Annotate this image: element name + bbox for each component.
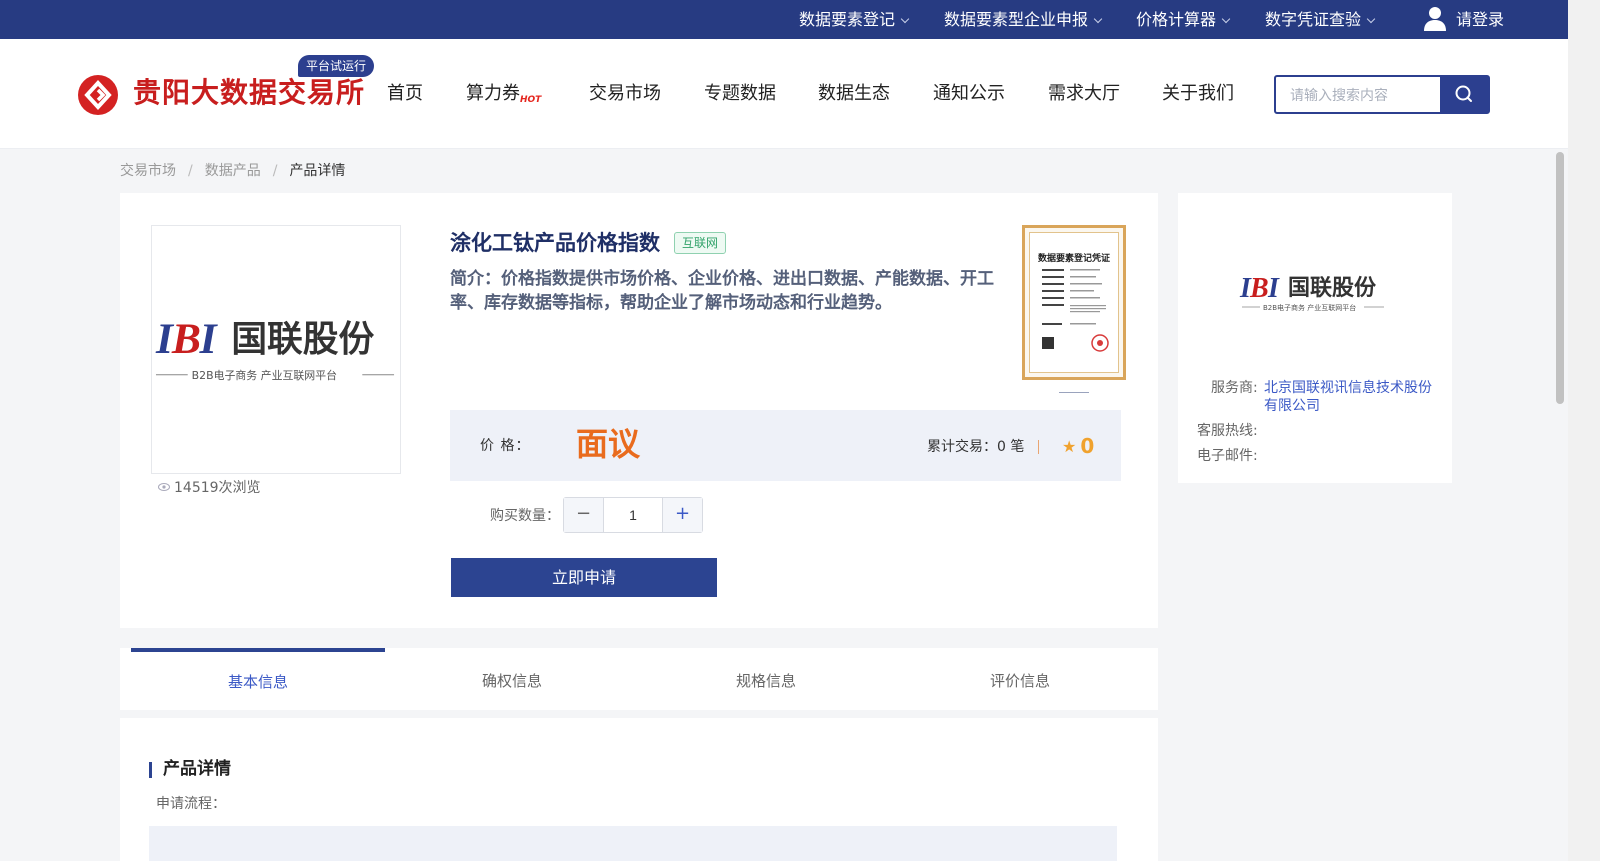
search-input[interactable] <box>1276 77 1442 112</box>
eye-icon <box>158 483 170 491</box>
nav-topic-data[interactable]: 专题数据 <box>704 81 776 107</box>
search-button[interactable] <box>1440 77 1488 112</box>
quantity-stepper: − + <box>563 497 703 533</box>
tab-spec-info[interactable]: 规格信息 <box>639 648 893 710</box>
hot-badge: HOT <box>520 95 542 105</box>
provider-logo-image: I B I 国联股份 B2B电子商务 产业互联网平台 <box>1239 273 1384 312</box>
svg-text:I: I <box>199 315 219 363</box>
application-flow-panel <box>149 826 1117 861</box>
logo-icon[interactable] <box>78 75 118 115</box>
view-count-text: 14519次浏览 <box>174 480 261 496</box>
chevron-down-icon <box>1093 14 1103 24</box>
company-logo-image: I B I 国联股份 B2B电子商务 产业互联网平台 <box>155 315 395 382</box>
product-image: I B I 国联股份 B2B电子商务 产业互联网平台 <box>151 225 401 474</box>
certificate-indicator[interactable] <box>1059 392 1089 393</box>
svg-text:B: B <box>1249 273 1269 304</box>
rating-value: 0 <box>1080 434 1095 458</box>
topbar-link-label: 数字凭证查验 <box>1265 10 1362 29</box>
top-bar: 数据要素登记 数据要素型企业申报 价格计算器 数字凭证查验 请登录 <box>0 0 1568 39</box>
rating: ★ 0 <box>1062 432 1094 461</box>
nav-compute-voucher[interactable]: 算力券 HOT <box>466 81 541 107</box>
topbar-link-data-registration[interactable]: 数据要素登记 <box>799 0 910 39</box>
breadcrumb-separator: / <box>272 163 278 179</box>
nav-data-ecosystem[interactable]: 数据生态 <box>818 81 890 107</box>
site-logo-text[interactable]: 贵阳大数据交易所 <box>133 73 365 113</box>
nav-about-us[interactable]: 关于我们 <box>1162 81 1234 107</box>
registration-certificate[interactable]: 数据要素登记凭证 <box>1022 225 1126 380</box>
provider-logo-brand: 国联股份 <box>1288 276 1377 301</box>
user-icon[interactable] <box>1423 6 1447 32</box>
scrollbar-thumb[interactable] <box>1556 152 1564 404</box>
section-marker <box>149 762 152 778</box>
search-icon <box>1455 85 1472 102</box>
breadcrumb-products[interactable]: 数据产品 <box>205 163 261 179</box>
nav-demand-hall[interactable]: 需求大厅 <box>1048 81 1120 107</box>
service-provider-link[interactable]: 北京国联视讯信息技术股份有限公司 <box>1264 379 1444 415</box>
divider <box>1038 440 1039 454</box>
chevron-down-icon <box>1366 14 1376 24</box>
tab-review-info[interactable]: 评价信息 <box>893 648 1147 710</box>
provider-logo-sub: B2B电子商务 产业互联网平台 <box>1263 303 1356 312</box>
topbar-link-enterprise-declaration[interactable]: 数据要素型企业申报 <box>944 0 1103 39</box>
product-detail-section: 产品详情 申请流程： <box>120 718 1158 861</box>
email-key: 电子邮件: <box>1197 448 1258 464</box>
star-icon: ★ <box>1062 437 1077 456</box>
breadcrumb-separator: / <box>188 163 193 179</box>
price-label: 价 格： <box>480 438 531 454</box>
login-link[interactable]: 请登录 <box>1456 0 1504 39</box>
breadcrumb-market[interactable]: 交易市场 <box>120 163 176 179</box>
nav-home[interactable]: 首页 <box>387 81 423 107</box>
service-provider-key: 服务商: <box>1211 380 1258 396</box>
chevron-down-icon <box>900 14 910 24</box>
breadcrumb: 交易市场 / 数据产品 / 产品详情 <box>120 161 345 181</box>
provider-card: I B I 国联股份 B2B电子商务 产业互联网平台 服务商: 北京国联视讯信息… <box>1178 193 1452 483</box>
product-card: I B I 国联股份 B2B电子商务 产业互联网平台 14519次浏览 涂化工钛… <box>120 193 1158 628</box>
apply-button[interactable]: 立即申请 <box>451 558 717 597</box>
price-value: 面议 <box>576 425 641 463</box>
topbar-link-label: 价格计算器 <box>1136 10 1217 29</box>
trial-badge: 平台试运行 <box>298 55 375 77</box>
topbar-link-label: 数据要素型企业申报 <box>944 10 1089 29</box>
topbar-link-price-calculator[interactable]: 价格计算器 <box>1136 0 1231 39</box>
email-row: 电子邮件: <box>1178 447 1452 467</box>
nav-notices[interactable]: 通知公示 <box>933 81 1005 107</box>
topbar-link-certificate-check[interactable]: 数字凭证查验 <box>1265 0 1376 39</box>
application-flow-label: 申请流程： <box>156 796 226 812</box>
svg-text:I: I <box>1267 273 1280 304</box>
category-tag: 互联网 <box>674 232 727 254</box>
decrement-button[interactable]: − <box>564 498 604 532</box>
tab-basic-info[interactable]: 基本信息 <box>131 648 385 710</box>
search-bar <box>1274 75 1490 114</box>
breadcrumb-current: 产品详情 <box>289 163 346 179</box>
product-title: 涂化工钛产品价格指数 <box>450 231 660 255</box>
view-count: 14519次浏览 <box>158 478 261 498</box>
tab-rights-info[interactable]: 确权信息 <box>385 648 639 710</box>
topbar-link-label: 数据要素登记 <box>799 10 896 29</box>
section-title: 产品详情 <box>163 759 231 779</box>
hotline-key: 客服热线: <box>1197 423 1258 439</box>
logo-brand-text: 国联股份 <box>231 319 374 360</box>
product-intro: 简介：价格指数提供市场价格、企业价格、进出口数据、产能数据、开工率、库存数据等指… <box>450 269 994 313</box>
svg-text:B: B <box>171 315 201 363</box>
hotline-row: 客服热线: <box>1178 422 1452 442</box>
page-scrollbar[interactable] <box>1568 0 1600 861</box>
detail-tabs: 基本信息 确权信息 规格信息 评价信息 <box>120 648 1158 710</box>
chevron-down-icon <box>1221 14 1231 24</box>
quantity-label: 购买数量： <box>490 508 560 524</box>
site-header: 贵阳大数据交易所 平台试运行 首页 算力券 HOT 交易市场 专题数据 数据生态… <box>0 39 1568 149</box>
service-provider-row: 服务商: 北京国联视讯信息技术股份有限公司 <box>1178 379 1452 419</box>
certificate-body: 数据要素登记凭证 <box>1029 232 1119 373</box>
trade-count: 累计交易：0 笔 <box>927 439 1025 455</box>
price-panel: 价 格： 面议 累计交易：0 笔 ★ 0 <box>450 410 1121 481</box>
nav-trading-market[interactable]: 交易市场 <box>589 81 661 107</box>
quantity-input[interactable] <box>605 498 661 532</box>
nav-label: 算力券 <box>466 83 520 104</box>
increment-button[interactable]: + <box>662 498 702 532</box>
logo-sub-text: B2B电子商务 产业互联网平台 <box>192 368 337 382</box>
certificate-graphic <box>1042 269 1109 352</box>
